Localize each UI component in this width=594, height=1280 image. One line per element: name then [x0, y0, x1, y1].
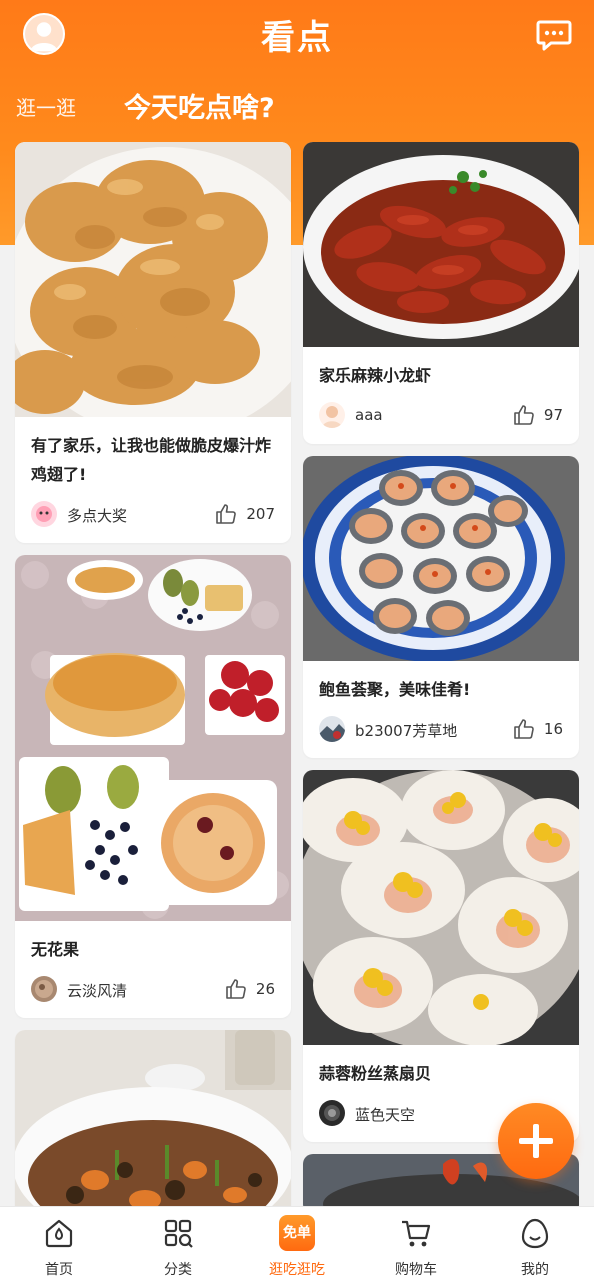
thumbs-up-icon [226, 979, 246, 999]
feed-column-right: 家乐麻辣小龙虾 aaa 97 鲍鱼荟聚，美味佳肴! b23007芳草地 16 蒜… [303, 142, 579, 1206]
home-icon [43, 1217, 75, 1249]
feed-card[interactable] [15, 1030, 291, 1206]
feed-card[interactable]: 有了家乐，让我也能做脆皮爆汁炸鸡翅了! 多点大奖 207 [15, 142, 291, 543]
card-image-crayfish [303, 142, 579, 347]
thumbs-up-icon [514, 405, 534, 425]
nav-label-home: 首页 [45, 1262, 73, 1278]
plus-icon [519, 1124, 553, 1158]
card-image-fried-chicken [15, 142, 291, 417]
top-bar: 看点 [0, 0, 594, 78]
nav-home[interactable]: 首页 [0, 1207, 118, 1280]
nav-label-cart: 购物车 [395, 1262, 437, 1278]
card-title: 鲍鱼荟聚，美味佳肴! [319, 680, 471, 699]
card-image-figs-table [15, 555, 291, 921]
author-avatar[interactable] [319, 1100, 345, 1126]
author-avatar[interactable] [319, 716, 345, 742]
bottom-navigation: 首页 分类 免单 逛吃逛吃 购物车 我的 [0, 1206, 594, 1280]
author-name[interactable]: 云淡风清 [67, 980, 127, 1001]
author-avatar[interactable] [31, 501, 57, 527]
card-meta: 多点大奖 207 [31, 499, 275, 529]
card-meta: b23007芳草地 16 [319, 714, 563, 744]
author-name[interactable]: 多点大奖 [67, 505, 127, 526]
message-icon[interactable] [536, 17, 572, 53]
card-meta: aaa 97 [319, 400, 563, 430]
feed-card[interactable]: 家乐麻辣小龙虾 aaa 97 [303, 142, 579, 444]
feed-card[interactable]: 鲍鱼荟聚，美味佳肴! b23007芳草地 16 [303, 456, 579, 758]
card-title: 有了家乐，让我也能做脆皮爆汁炸鸡翅了! [31, 436, 272, 484]
like-count: 16 [543, 720, 563, 738]
author-name[interactable]: 蓝色天空 [355, 1104, 415, 1125]
feed-column-left: 有了家乐，让我也能做脆皮爆汁炸鸡翅了! 多点大奖 207 无花果 云淡风清 26 [15, 142, 291, 1206]
like-count: 97 [543, 406, 563, 424]
nav-mine[interactable]: 我的 [476, 1207, 594, 1280]
nav-category[interactable]: 分类 [119, 1207, 237, 1280]
like-button[interactable]: 207 [214, 501, 275, 527]
nav-label-explore-eat: 逛吃逛吃 [269, 1262, 325, 1278]
like-button[interactable]: 26 [224, 976, 275, 1002]
free-bag-icon: 免单 [279, 1215, 315, 1251]
egg-profile-icon [519, 1217, 551, 1249]
category-grid-icon [162, 1217, 194, 1249]
card-title: 家乐麻辣小龙虾 [319, 366, 432, 385]
cart-icon [400, 1217, 432, 1249]
feed-card[interactable]: 无花果 云淡风清 26 [15, 555, 291, 1018]
nav-label-mine: 我的 [521, 1262, 549, 1278]
tab-browse[interactable]: 逛一逛 [16, 92, 76, 121]
author-name[interactable]: b23007芳草地 [355, 720, 457, 741]
author-name[interactable]: aaa [355, 406, 383, 424]
card-image-scallops [303, 770, 579, 1045]
feed-card[interactable]: 蒜蓉粉丝蒸扇贝 蓝色天空 [303, 770, 579, 1142]
card-meta: 云淡风清 26 [31, 974, 275, 1004]
app-logo: 看点 [261, 18, 333, 58]
nav-explore-eat[interactable]: 免单 逛吃逛吃 [238, 1207, 356, 1280]
card-image-abalone [303, 456, 579, 661]
thumbs-up-icon [514, 719, 534, 739]
waterfall-feed: 有了家乐，让我也能做脆皮爆汁炸鸡翅了! 多点大奖 207 无花果 云淡风清 26… [0, 142, 594, 1206]
like-button[interactable]: 97 [512, 402, 563, 428]
card-title: 无花果 [31, 940, 80, 959]
tab-what-to-eat[interactable]: 今天吃点啥? [124, 86, 275, 125]
nav-cart[interactable]: 购物车 [357, 1207, 475, 1280]
author-avatar[interactable] [319, 402, 345, 428]
thumbs-up-icon [216, 504, 237, 524]
card-image-stir-fry [15, 1030, 291, 1206]
like-count: 26 [255, 980, 275, 998]
card-title: 蒜蓉粉丝蒸扇贝 [319, 1064, 432, 1083]
nav-label-category: 分类 [164, 1262, 192, 1278]
like-count: 207 [246, 505, 275, 523]
like-button[interactable]: 16 [512, 716, 563, 742]
author-avatar[interactable] [31, 976, 57, 1002]
create-post-button[interactable] [498, 1103, 574, 1179]
feed-tabs: 逛一逛 今天吃点啥? [0, 84, 594, 132]
